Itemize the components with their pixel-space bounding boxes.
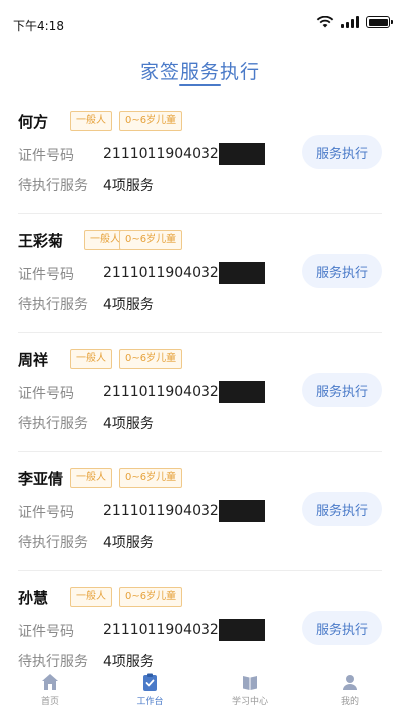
tag-general: 一般人 — [70, 587, 112, 607]
service-execute-button[interactable]: 服务执行 — [302, 135, 382, 169]
resident-card: 周祥 一般人 0~6岁儿童 证件号码 2111011904032 待执行服务 4… — [18, 333, 382, 452]
redaction-block — [218, 143, 265, 165]
user-icon — [343, 675, 357, 690]
home-icon — [42, 674, 58, 690]
wifi-icon — [316, 16, 334, 28]
resident-card: 王彩菊 一般人 0~6岁儿童 证件号码 2111011904032 待执行服务 … — [18, 214, 382, 333]
resident-name: 王彩菊 — [18, 232, 64, 250]
pending-label: 待执行服务 — [18, 416, 88, 432]
tag-child: 0~6岁儿童 — [119, 468, 183, 488]
id-number: 2111011904032 — [103, 622, 219, 638]
tab-label: 学习中心 — [231, 697, 268, 707]
resident-list: 何方 一般人 0~6岁儿童 证件号码 2111011904032 待执行服务 4… — [0, 95, 400, 690]
service-execute-button[interactable]: 服务执行 — [302, 492, 382, 526]
tab-label: 首页 — [40, 697, 59, 707]
id-value: 2111011904032 — [103, 619, 265, 641]
title-underline — [179, 84, 221, 86]
clipboard-icon — [143, 673, 157, 691]
page-title: 家签服务执行 — [139, 61, 260, 83]
bottom-tab-bar: 首页 工作台 学习中心 我的 — [0, 668, 400, 710]
id-number: 2111011904032 — [103, 384, 219, 400]
id-value: 2111011904032 — [103, 500, 265, 522]
pending-label: 待执行服务 — [18, 178, 88, 194]
status-time: 下午4:18 — [13, 19, 64, 33]
pending-label: 待执行服务 — [18, 297, 88, 313]
id-number: 2111011904032 — [103, 503, 219, 519]
redaction-block — [218, 262, 265, 284]
id-label: 证件号码 — [18, 148, 74, 164]
redaction-block — [218, 500, 265, 522]
pending-value: 4项服务 — [103, 178, 154, 194]
signal-icon — [341, 16, 359, 28]
id-label: 证件号码 — [18, 267, 74, 283]
tag-general: 一般人 — [70, 349, 112, 369]
id-number: 2111011904032 — [103, 265, 219, 281]
id-value: 2111011904032 — [103, 143, 265, 165]
resident-name: 李亚倩 — [18, 470, 64, 488]
redaction-block — [218, 381, 265, 403]
book-icon — [243, 676, 257, 690]
id-value: 2111011904032 — [103, 262, 265, 284]
id-label: 证件号码 — [18, 386, 74, 402]
tab-home[interactable]: 首页 — [0, 668, 100, 710]
battery-icon — [366, 16, 393, 28]
tab-workbench[interactable]: 工作台 — [100, 668, 200, 710]
id-number: 2111011904032 — [103, 146, 219, 162]
resident-card: 李亚倩 一般人 0~6岁儿童 证件号码 2111011904032 待执行服务 … — [18, 452, 382, 571]
resident-name: 何方 — [18, 113, 49, 131]
tab-learning-center[interactable]: 学习中心 — [200, 668, 300, 710]
service-execute-button[interactable]: 服务执行 — [302, 373, 382, 407]
status-icons — [316, 16, 393, 28]
resident-name: 孙慧 — [18, 589, 49, 607]
tag-general: 一般人 — [70, 468, 112, 488]
id-label: 证件号码 — [18, 505, 74, 521]
tab-label: 工作台 — [136, 697, 164, 707]
redaction-block — [218, 619, 265, 641]
pending-label: 待执行服务 — [18, 535, 88, 551]
tab-mine[interactable]: 我的 — [300, 668, 400, 710]
tag-child: 0~6岁儿童 — [119, 587, 183, 607]
tab-label: 我的 — [340, 697, 359, 707]
id-label: 证件号码 — [18, 624, 74, 640]
id-value: 2111011904032 — [103, 381, 265, 403]
tag-child: 0~6岁儿童 — [119, 111, 183, 131]
pending-value: 4项服务 — [103, 297, 154, 313]
tag-child: 0~6岁儿童 — [119, 349, 183, 369]
status-bar: 下午4:18 — [0, 0, 400, 48]
service-execute-button[interactable]: 服务执行 — [302, 611, 382, 645]
tag-child: 0~6岁儿童 — [119, 230, 183, 250]
service-execute-button[interactable]: 服务执行 — [302, 254, 382, 288]
pending-value: 4项服务 — [103, 416, 154, 432]
pending-value: 4项服务 — [103, 535, 154, 551]
tag-general: 一般人 — [70, 111, 112, 131]
resident-name: 周祥 — [18, 351, 49, 369]
resident-card: 何方 一般人 0~6岁儿童 证件号码 2111011904032 待执行服务 4… — [18, 95, 382, 214]
